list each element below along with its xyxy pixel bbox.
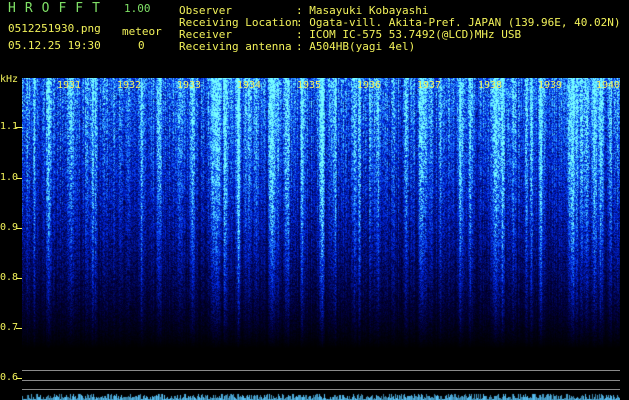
y-tick-mark	[16, 378, 22, 379]
location-label: Receiving Location	[179, 16, 299, 29]
hrofft-window: HROFFT 1.00 0512251930.png meteor 05.12.…	[0, 0, 629, 400]
x-tick-label: 1932	[117, 80, 142, 91]
y-tick-mark	[16, 228, 22, 229]
location-value: : Ogata-vill. Akita-Pref. JAPAN (139.96E…	[296, 16, 621, 29]
spectrogram-canvas	[22, 78, 620, 400]
y-tick-mark	[16, 178, 22, 179]
receiver-label: Receiver	[179, 28, 232, 41]
y-tick-mark	[16, 328, 22, 329]
x-tick-label: 1931	[57, 80, 82, 91]
antenna-value: : A504HB(yagi 4el)	[296, 40, 416, 53]
x-tick-label: 1937	[417, 80, 442, 91]
reference-line-middle	[22, 380, 620, 381]
x-tick-label: 1936	[357, 80, 382, 91]
antenna-label: Receiving antenna	[179, 40, 292, 53]
y-tick-mark	[16, 278, 22, 279]
meteor-label: meteor	[122, 25, 162, 38]
reference-line-lower	[22, 389, 620, 390]
spectrogram-panel	[22, 78, 620, 400]
receiver-value: : ICOM IC-575 53.7492(@LCD)MHz USB	[296, 28, 522, 41]
y-tick-mark	[16, 127, 22, 128]
reference-line-upper	[22, 370, 620, 371]
x-tick-label: 1935	[297, 80, 322, 91]
timestamp: 05.12.25 19:30	[8, 39, 101, 52]
observer-label: Observer	[179, 4, 232, 17]
x-tick-label: 1934	[237, 80, 262, 91]
app-version: 1.00	[124, 2, 151, 15]
x-tick-label: 1938	[478, 80, 503, 91]
x-tick-label: 1933	[177, 80, 202, 91]
app-title: HROFFT	[8, 1, 109, 16]
file-name: 0512251930.png	[8, 22, 101, 35]
observer-value: : Masayuki Kobayashi	[296, 4, 429, 17]
y-axis-unit: kHz	[0, 74, 19, 85]
x-tick-label: 1940	[596, 80, 621, 91]
meteor-count: 0	[138, 39, 145, 52]
x-tick-label: 1939	[538, 80, 563, 91]
